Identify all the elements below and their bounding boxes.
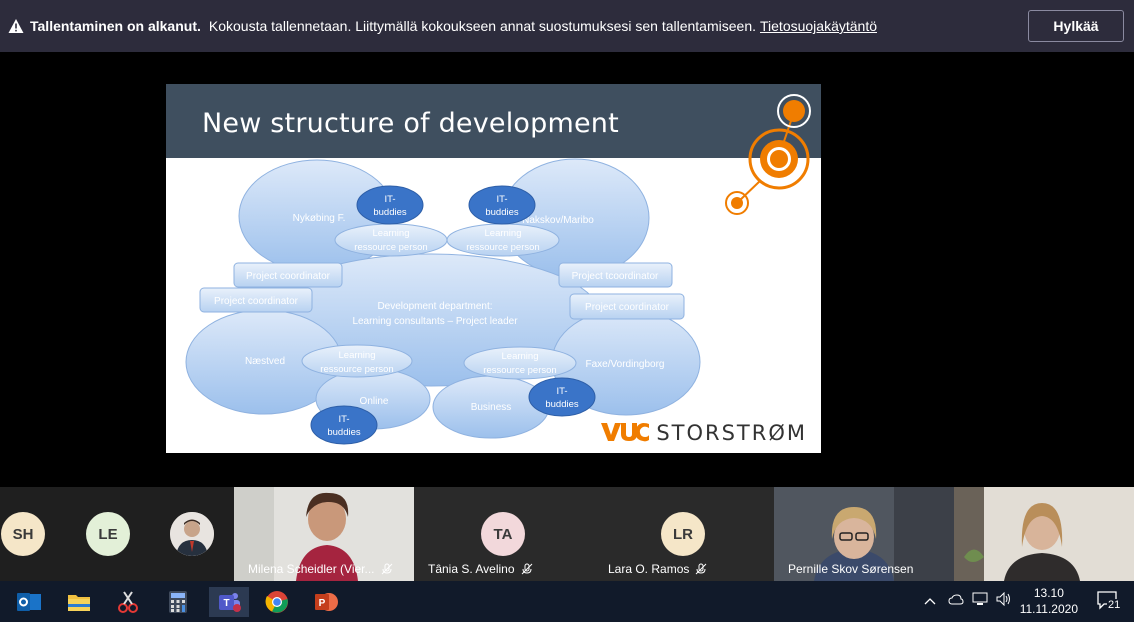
clock-time: 13.10	[1033, 586, 1064, 600]
file-explorer-icon[interactable]	[64, 587, 94, 617]
label-online: Online	[360, 396, 389, 407]
teams-meeting-window: Tallentaminen on alkanut. Kokousta talle…	[0, 0, 1134, 622]
recording-banner: Tallentaminen on alkanut. Kokousta talle…	[0, 0, 1134, 52]
project-coordinator-box: Project coordinator	[233, 262, 343, 288]
learning-resource-bubble: Learning ressource person	[301, 344, 413, 378]
reject-recording-button[interactable]: Hylkää	[1028, 10, 1124, 42]
slide-diagram: Nykøbing F. Nakskov/Maribo Development d…	[185, 94, 811, 445]
participant-video-tile[interactable]: Milena Scheidler (Vier...	[234, 487, 414, 581]
notification-center-button[interactable]: 21	[1096, 590, 1122, 612]
svg-text:ressource person: ressource person	[320, 364, 393, 375]
participant-name-row: Milena Scheidler (Vier...	[248, 562, 393, 576]
svg-text:Learning: Learning	[502, 351, 539, 362]
participant-name: Tânia S. Avelino	[428, 562, 515, 576]
svg-text:buddies: buddies	[545, 399, 579, 410]
avatar: SH	[1, 512, 45, 556]
svg-text:buddies: buddies	[485, 207, 519, 218]
mic-off-icon	[521, 563, 533, 575]
learning-resource-bubble: Learning ressource person	[463, 346, 577, 380]
outlook-icon[interactable]	[14, 587, 44, 617]
participant-name-row: Lara O. Ramos	[608, 562, 707, 576]
shared-slide: New structure of development Nykøbing F.…	[166, 84, 821, 453]
learning-resource-bubble: Learning ressource person	[334, 223, 448, 257]
it-buddies-bubble: IT- buddies	[310, 405, 378, 445]
warning-icon	[8, 18, 24, 34]
it-buddies-bubble: IT- buddies	[468, 185, 536, 225]
calculator-icon[interactable]	[163, 587, 193, 617]
label-naestved: Næstved	[245, 356, 285, 367]
participant-tile[interactable]: TA Tânia S. Avelino	[414, 487, 594, 581]
mic-off-icon	[381, 563, 393, 575]
label-nakskov: Nakskov/Maribo	[522, 215, 594, 226]
mic-off-icon	[695, 563, 707, 575]
banner-message: Kokousta tallennetaan. Liittymällä kokou…	[208, 18, 756, 34]
clock-date: 11.11.2020	[1019, 602, 1078, 616]
svg-text:Learning: Learning	[485, 228, 522, 239]
avatar-photo	[170, 512, 214, 556]
label-dev-line2: Learning consultants – Project leader	[352, 316, 518, 327]
it-buddies-bubble: IT- buddies	[528, 377, 596, 417]
participant-name: Lara O. Ramos	[608, 562, 690, 576]
self-video	[954, 487, 1134, 581]
decorative-circles	[725, 94, 811, 215]
project-coordinator-label: Project coordinator	[585, 302, 670, 313]
participant-tile[interactable]: SH	[0, 487, 50, 581]
svg-text:buddies: buddies	[373, 207, 407, 218]
learning-resource-bubble: Learning ressource person	[446, 223, 560, 257]
participant-tile[interactable]: LE	[80, 487, 140, 581]
participant-tile[interactable]	[168, 487, 216, 581]
privacy-policy-link[interactable]: Tietosuojakäytäntö	[760, 18, 877, 34]
participant-video-tile[interactable]: Pernille Skov Sørensen	[774, 487, 954, 581]
windows-taskbar: T P 13.10 11.11.2020 21	[0, 581, 1134, 622]
snipping-tool-icon[interactable]	[113, 587, 143, 617]
chevron-up-icon[interactable]	[924, 594, 936, 609]
project-coordinator-label: Project coordinator	[246, 271, 331, 282]
participant-tile[interactable]: LR Lara O. Ramos	[594, 487, 774, 581]
svg-text:T: T	[223, 598, 229, 609]
svg-text:Learning: Learning	[339, 350, 376, 361]
svg-text:IT-: IT-	[496, 194, 507, 205]
participant-name-row: Pernille Skov Sørensen	[788, 562, 913, 576]
project-coordinator-label: Project tcoordinator	[572, 271, 659, 282]
project-coordinator-box: Project coordinator	[569, 293, 685, 320]
system-tray	[924, 581, 1012, 622]
powerpoint-icon[interactable]: P	[311, 587, 341, 617]
vuc-logo-icon	[600, 422, 650, 444]
network-icon[interactable]	[972, 592, 988, 611]
svg-text:Learning: Learning	[373, 228, 410, 239]
participant-name: Pernille Skov Sørensen	[788, 562, 914, 576]
participants-strip: SH LE Milena Scheidler (Vier... TA Tânia…	[0, 487, 1134, 581]
svg-text:IT-: IT-	[556, 386, 567, 397]
taskbar-clock[interactable]: 13.10 11.11.2020	[1020, 585, 1078, 617]
chrome-icon[interactable]	[262, 587, 292, 617]
notification-count: 21	[1107, 599, 1122, 611]
volume-icon[interactable]	[996, 591, 1012, 611]
svg-text:IT-: IT-	[384, 194, 395, 205]
avatar: LE	[86, 512, 130, 556]
svg-text:ressource person: ressource person	[354, 242, 427, 253]
label-nykobing: Nykøbing F.	[293, 213, 346, 224]
teams-icon[interactable]: T	[209, 587, 249, 617]
self-video-tile[interactable]	[954, 487, 1134, 581]
brand-mark: STORSTRØM	[600, 421, 807, 445]
banner-title: Tallentaminen on alkanut.	[30, 18, 201, 34]
avatar: TA	[481, 512, 525, 556]
it-buddies-bubble: IT- buddies	[356, 185, 424, 225]
project-coordinator-box: Project coordinator	[199, 287, 313, 313]
label-faxe: Faxe/Vordingborg	[586, 359, 665, 370]
cloud-icon[interactable]	[948, 593, 964, 611]
brand-name: STORSTRØM	[656, 421, 807, 445]
svg-text:ressource person: ressource person	[483, 365, 556, 376]
svg-text:buddies: buddies	[327, 427, 361, 438]
project-coordinator-label: Project coordinator	[214, 296, 299, 307]
label-dev-line1: Development department:	[377, 301, 492, 312]
participant-name: Milena Scheidler (Vier...	[248, 562, 375, 576]
project-coordinator-box: Project tcoordinator	[558, 262, 673, 288]
svg-text:IT-: IT-	[338, 414, 349, 425]
avatar: LR	[661, 512, 705, 556]
label-business: Business	[471, 402, 512, 413]
svg-text:ressource person: ressource person	[466, 242, 539, 253]
svg-text:P: P	[319, 598, 326, 609]
participant-name-row: Tânia S. Avelino	[428, 562, 533, 576]
